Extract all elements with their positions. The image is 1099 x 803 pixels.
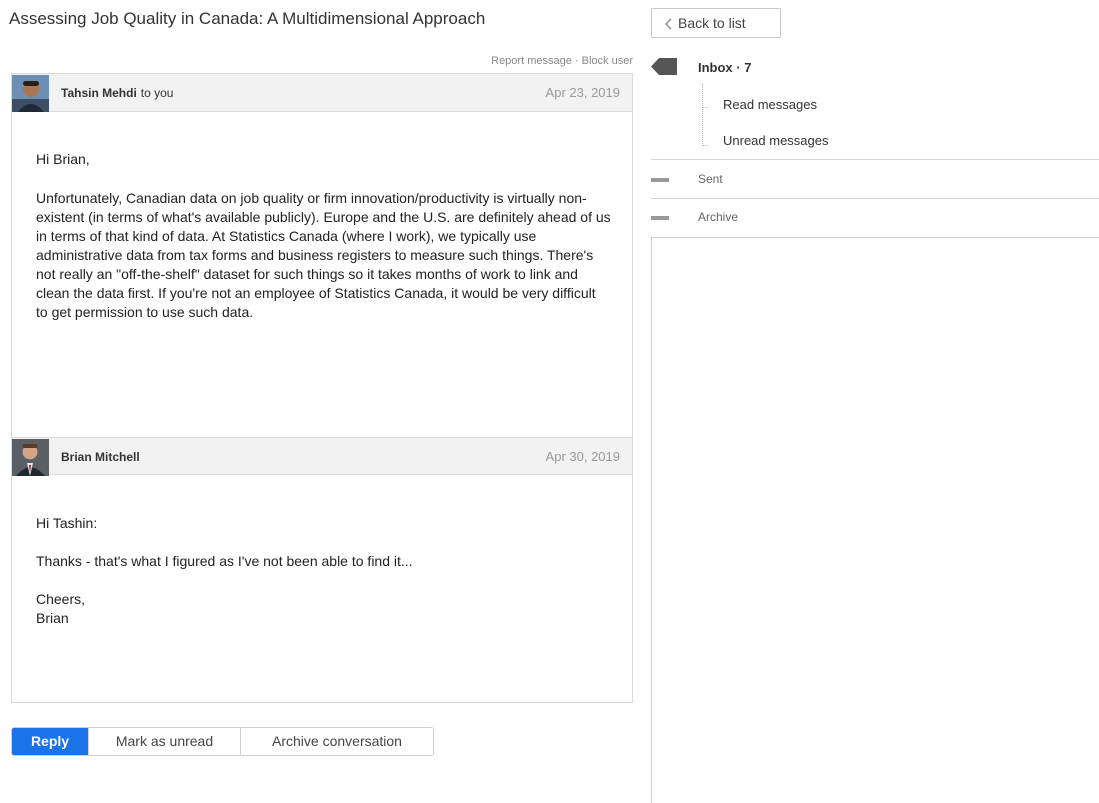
conversation-title: Assessing Job Quality in Canada: A Multi… [9,9,486,28]
report-message-link[interactable]: Report message [491,55,572,67]
folder-sent-label: Sent [698,172,723,186]
sender-name: Brian Mitchell [61,450,140,464]
message-date: Apr 30, 2019 [545,449,620,464]
message-paragraph: Cheers, [36,591,86,607]
sender-name-text[interactable]: Brian Mitchell [61,450,140,464]
folder-read-messages[interactable]: Read messages [723,97,817,112]
folder-divider [651,198,1099,199]
message-date: Apr 23, 2019 [545,85,620,100]
avatar-photo-icon [12,439,49,476]
message-paragraph: Hi Brian, [36,151,90,167]
avatar-photo-icon [12,75,49,112]
avatar[interactable] [12,439,49,476]
sender-name-text[interactable]: Tahsin Mehdi [61,86,137,100]
avatar[interactable] [12,75,49,112]
message-paragraph: Brian [36,610,69,626]
folder-archive[interactable]: Archive [651,208,1099,228]
folder-sent[interactable]: Sent [651,170,1099,190]
block-user-link[interactable]: Block user [582,55,633,67]
folder-marker-icon [651,178,669,182]
folder-inbox[interactable]: Inbox · 7 [651,56,1099,80]
message-thread: Tahsin Mehdi to you Apr 23, 2019 Hi Brian… [11,73,633,703]
folder-tree-tick [702,145,708,146]
message-paragraph: Unfortunately, Canadian data on job qual… [36,190,611,320]
archive-conversation-button[interactable]: Archive conversation [241,728,433,755]
folder-archive-label: Archive [698,210,739,224]
message-header: Brian Mitchell Apr 30, 2019 [12,437,632,476]
folder-unread-messages[interactable]: Unread messages [723,133,829,148]
message-paragraph: Thanks - that's what I figured as I've n… [36,553,413,569]
chevron-left-icon [665,18,672,30]
message-moderation-links: Report message · Block user [400,55,633,67]
link-separator: · [574,55,579,67]
folder-inbox-label: Inbox · 7 [698,60,752,75]
folder-tree-line [702,84,703,146]
sender-name: Tahsin Mehdi to you [61,86,173,100]
folder-divider [651,159,1099,160]
recipient-note: to you [140,86,174,100]
folder-tree-tick [702,107,708,108]
active-folder-marker-icon [651,58,677,75]
folder-marker-icon [651,216,669,220]
folder-content-panel [651,237,1099,803]
conversation-actions: Reply Mark as unread Archive conversatio… [11,727,434,756]
back-to-list-button[interactable]: Back to list [651,8,781,38]
message-header: Tahsin Mehdi to you Apr 23, 2019 [12,74,632,112]
message-paragraph: Hi Tashin: [36,515,98,531]
message-body: Hi Tashin: Thanks - that's what I figure… [36,514,611,628]
mark-unread-button[interactable]: Mark as unread [89,728,241,755]
message-body: Hi Brian, Unfortunately, Canadian data o… [36,150,611,322]
reply-button[interactable]: Reply [12,728,89,755]
back-to-list-label: Back to list [678,15,746,31]
